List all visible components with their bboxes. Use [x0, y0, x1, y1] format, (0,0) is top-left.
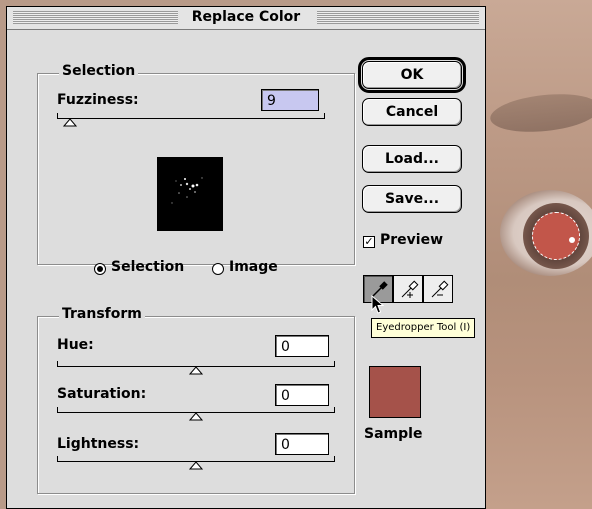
- eyedropper-plus-tool[interactable]: [393, 275, 423, 303]
- mouse-cursor-icon: [371, 295, 385, 314]
- cancel-button[interactable]: Cancel: [362, 98, 462, 126]
- save-button[interactable]: Save...: [362, 185, 462, 213]
- hue-label: Hue:: [57, 337, 94, 353]
- saturation-field[interactable]: 0: [275, 384, 329, 406]
- selection-group-label: Selection: [59, 63, 139, 79]
- ok-button[interactable]: OK: [358, 57, 466, 93]
- fuzziness-label: Fuzziness:: [57, 92, 139, 108]
- fuzziness-slider-track[interactable]: [57, 113, 325, 119]
- lightness-field[interactable]: 0: [275, 433, 329, 455]
- hue-field[interactable]: 0: [275, 335, 329, 357]
- replace-color-dialog: Replace Color Selection Fuzziness: 9 Sel…: [6, 6, 486, 509]
- eyedropper-minus-tool[interactable]: [423, 275, 453, 303]
- image-radio[interactable]: [212, 263, 224, 275]
- eyedropper-minus-icon: [431, 280, 449, 298]
- selection-preview: [157, 157, 223, 231]
- eye-glint: [569, 237, 575, 243]
- dialog-titlebar[interactable]: Replace Color: [7, 7, 485, 30]
- red-eye-selection: [532, 212, 580, 260]
- selection-radio-label[interactable]: Selection: [111, 259, 184, 275]
- sample-label: Sample: [364, 426, 423, 442]
- transform-group-label: Transform: [59, 306, 145, 322]
- lightness-label: Lightness:: [57, 436, 140, 452]
- load-button[interactable]: Load...: [362, 145, 462, 173]
- preview-checkbox[interactable]: ✓: [363, 236, 375, 248]
- sample-color-swatch: [369, 366, 421, 418]
- image-radio-label[interactable]: Image: [229, 259, 278, 275]
- fuzziness-field[interactable]: 9: [261, 89, 319, 111]
- saturation-label: Saturation:: [57, 386, 147, 402]
- eyedropper-tooltip: Eyedropper Tool (I): [371, 318, 476, 338]
- dialog-title: Replace Color: [185, 9, 307, 25]
- selection-radio[interactable]: [94, 263, 106, 275]
- preview-label[interactable]: Preview: [380, 232, 443, 248]
- eyedropper-plus-icon: [401, 280, 419, 298]
